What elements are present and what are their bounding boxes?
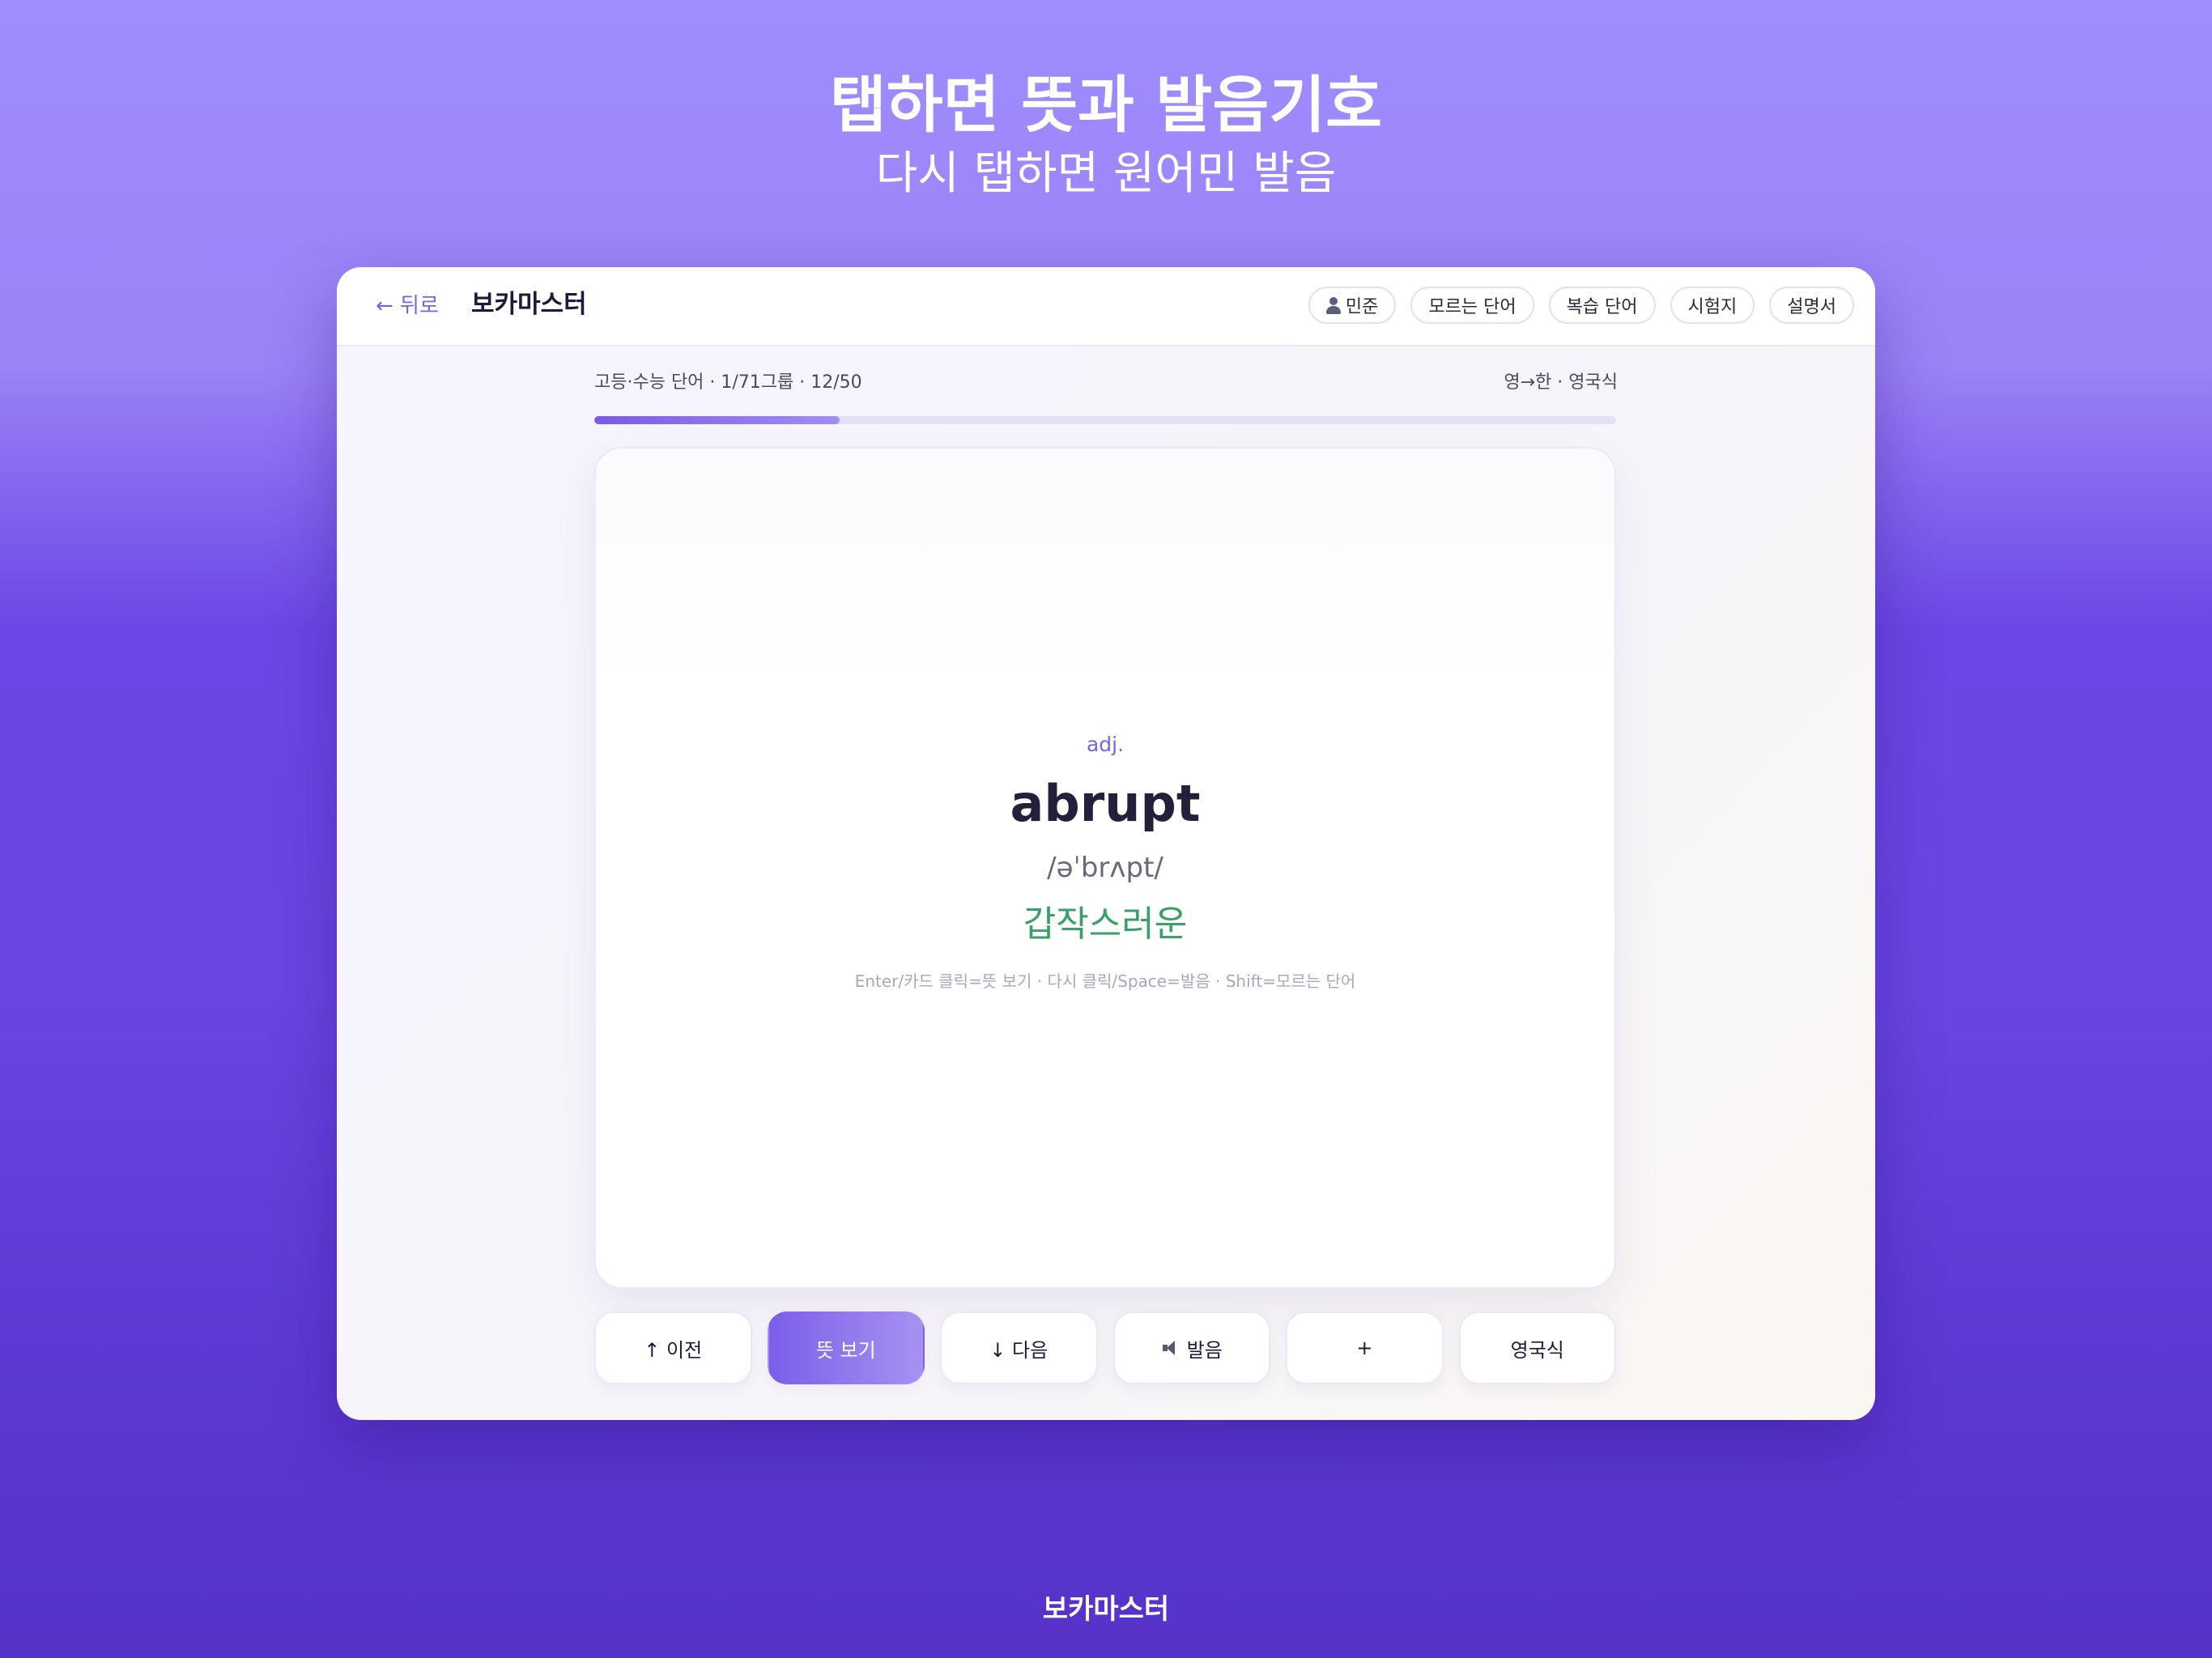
user-icon: [1325, 296, 1341, 314]
accent-toggle-button[interactable]: 영국식: [1458, 1312, 1616, 1384]
part-of-speech: adj.: [1086, 733, 1125, 756]
meaning-text: 갑작스러운: [1023, 903, 1188, 945]
prev-button[interactable]: ↑ 이전: [594, 1312, 752, 1384]
hero-subtitle: 다시 탭하면 원어민 발음: [875, 147, 1337, 200]
nav-pills: 민준 모르는 단어 복습 단어 시험지 설명서: [1308, 287, 1854, 324]
session-info: 고등·수능 단어 · 1/71그룹 · 12/50: [594, 372, 862, 393]
unknown-words-button[interactable]: 모르는 단어: [1410, 287, 1534, 324]
hero-title: 탭하면 뜻과 발음기호: [829, 69, 1383, 141]
action-buttons: ↑ 이전 뜻 보기 ↓ 다음 발음 + 영국식: [594, 1312, 1616, 1384]
app-title: 보카마스터: [471, 290, 587, 319]
speaker-icon: [1161, 1340, 1180, 1356]
word-text: abrupt: [1010, 774, 1201, 833]
pronounce-label: 발음: [1186, 1338, 1223, 1362]
progress-bar: [594, 416, 1616, 424]
reveal-meaning-button[interactable]: 뜻 보기: [767, 1312, 925, 1384]
user-name: 민준: [1345, 297, 1379, 317]
phonetic-text: /əˈbrʌpt/: [1047, 852, 1163, 884]
next-button[interactable]: ↓ 다음: [940, 1312, 1098, 1384]
pronounce-button[interactable]: 발음: [1112, 1312, 1270, 1384]
user-profile-button[interactable]: 민준: [1308, 287, 1397, 324]
manual-button[interactable]: 설명서: [1769, 287, 1854, 324]
footer-brand: 보카마스터: [1042, 1593, 1170, 1626]
app-window: ← 뒤로 보카마스터 민준 모르는 단어 복습 단어 시험지 설명서 고등·수능…: [337, 267, 1875, 1420]
progress-fill: [594, 416, 840, 424]
mode-info: 영→한 · 영국식: [1504, 372, 1618, 393]
top-bar: ← 뒤로 보카마스터 민준 모르는 단어 복습 단어 시험지 설명서: [337, 267, 1875, 346]
keyboard-hint: Enter/카드 클릭=뜻 보기 · 다시 클릭/Space=발음 · Shif…: [854, 971, 1356, 991]
back-button[interactable]: ← 뒤로: [376, 291, 439, 321]
add-button[interactable]: +: [1286, 1312, 1444, 1384]
test-sheet-button[interactable]: 시험지: [1670, 287, 1755, 324]
card-content: adj. abrupt /əˈbrʌpt/ 갑작스러운 Enter/카드 클릭=…: [596, 730, 1614, 993]
review-words-button[interactable]: 복습 단어: [1548, 287, 1656, 324]
word-card[interactable]: adj. abrupt /əˈbrʌpt/ 갑작스러운 Enter/카드 클릭=…: [594, 447, 1616, 1289]
